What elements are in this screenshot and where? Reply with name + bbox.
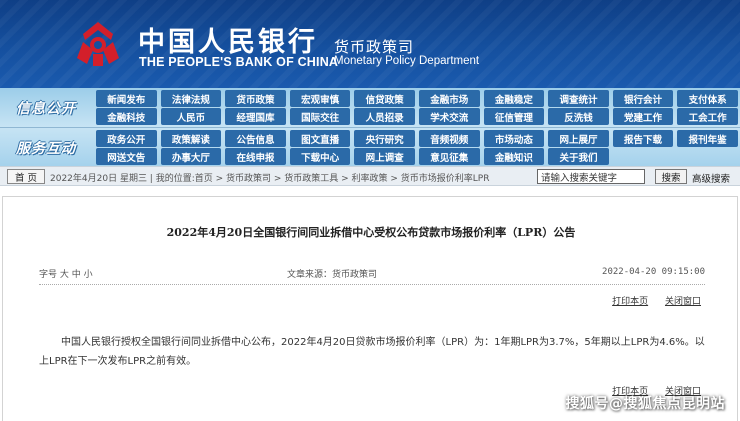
- bank-name-cn: 中国人民银行: [138, 27, 318, 58]
- bank-name-en: THE PEOPLE'S BANK OF CHINA: [139, 55, 339, 69]
- breadcrumb: 2022年4月20日 星期三 | 我的位置:首页 > 货币政策司 > 货币政策工…: [50, 174, 490, 184]
- site-header: 中国人民银行 THE PEOPLE'S BANK OF CHINA 货币政策司 …: [0, 0, 740, 88]
- nav-info-item[interactable]: 国际交往: [289, 108, 351, 125]
- nav-service-item[interactable]: 网上调查: [354, 148, 415, 165]
- article-date: 2022-04-20 09:15:00: [602, 267, 705, 277]
- nav-service-item[interactable]: 音频视频: [418, 130, 480, 147]
- home-button[interactable]: 首 页: [7, 169, 45, 184]
- nav-info-item[interactable]: 人员招录: [354, 108, 415, 125]
- nav-info-item[interactable]: 学术交流: [418, 108, 480, 125]
- nav-info-item[interactable]: 工会工作: [677, 108, 738, 125]
- article-source: 文章来源：货币政策司: [287, 270, 378, 280]
- search-button[interactable]: 搜索: [655, 169, 687, 184]
- nav-service-item[interactable]: 下载中心: [289, 148, 351, 165]
- nav-grid-info: 新闻发布 法律法规 货币政策 宏观审慎 信贷政策 金融市场 金融稳定 调查统计 银行会计 支付体系…: [94, 90, 740, 125]
- font-size-large[interactable]: 大: [60, 270, 69, 280]
- advanced-search-link[interactable]: 高级搜索: [692, 171, 730, 185]
- nav-service-item[interactable]: 意见征集: [418, 148, 480, 165]
- nav-group-title-info: 信息公开: [16, 100, 76, 117]
- nav-service-item: [613, 148, 674, 165]
- nav-info-item[interactable]: 反洗钱: [548, 108, 609, 125]
- nav-group-info: 信息公开 新闻发布 法律法规 货币政策 宏观审慎 信贷政策 金融市场 金融稳定 调查统计 银行会…: [0, 88, 740, 127]
- font-size-medium[interactable]: 中: [72, 270, 81, 280]
- nav-info-item[interactable]: 金融科技: [96, 108, 157, 125]
- nav-info-item[interactable]: 信贷政策: [354, 90, 415, 107]
- nav-service-item[interactable]: 政策解读: [160, 130, 222, 147]
- nav-service-item[interactable]: 关于我们: [548, 148, 609, 165]
- nav-service-item[interactable]: 图文直播: [289, 130, 351, 147]
- nav-service-item[interactable]: 报告下载: [612, 130, 674, 147]
- nav-info-item[interactable]: 党建工作: [612, 108, 674, 125]
- print-page-link[interactable]: 打印本页: [612, 297, 648, 307]
- nav-info-item[interactable]: 征信管理: [483, 108, 545, 125]
- nav-service-item[interactable]: 公告信息: [225, 130, 286, 147]
- nav-info-item[interactable]: 银行会计: [612, 90, 674, 107]
- article-body: 中国人民银行授权全国银行间同业拆借中心公布，2022年4月20日贷款市场报价利率…: [39, 337, 705, 367]
- font-size-label: 字号: [39, 270, 58, 280]
- nav-service-item[interactable]: 央行研究: [354, 130, 415, 147]
- nav-info-item[interactable]: 宏观审慎: [289, 90, 351, 107]
- nav-service-item[interactable]: 市场动态: [483, 130, 545, 147]
- nav-info-item[interactable]: 经理国库: [225, 108, 286, 125]
- nav-service-item[interactable]: 政务公开: [96, 130, 157, 147]
- nav-group-service: 服务互动 政务公开 政策解读 公告信息 图文直播 央行研究 音频视频 市场动态 网上展厅 报告下…: [0, 127, 740, 166]
- nav-service-item: [677, 148, 738, 165]
- nav-group-title-service: 服务互动: [16, 140, 76, 157]
- nav-info-item[interactable]: 金融市场: [418, 90, 480, 107]
- nav-grid-service: 政务公开 政策解读 公告信息 图文直播 央行研究 音频视频 市场动态 网上展厅 报告下载 报刊年鉴…: [94, 130, 740, 165]
- nav-info-item[interactable]: 货币政策: [225, 90, 286, 107]
- nav-service-item[interactable]: 在线申报: [225, 148, 286, 165]
- article-actions-top: 打印本页 关闭窗口: [598, 294, 701, 307]
- article-meta: 字号 大 中 小 文章来源：货币政策司 2022-04-20 09:15:00: [39, 267, 705, 281]
- nav-service-item[interactable]: 网送文告: [96, 148, 157, 165]
- breadcrumb-bar: 首 页 2022年4月20日 星期三 | 我的位置:首页 > 货币政策司 > 货…: [0, 166, 740, 186]
- main-navigation: 信息公开 新闻发布 法律法规 货币政策 宏观审慎 信贷政策 金融市场 金融稳定 调查统计 银行会…: [0, 88, 740, 166]
- nav-service-item[interactable]: 网上展厅: [548, 130, 609, 147]
- pboc-emblem-icon[interactable]: [73, 20, 123, 70]
- close-window-link[interactable]: 关闭窗口: [665, 297, 701, 307]
- font-size-small[interactable]: 小: [84, 270, 93, 280]
- nav-info-item[interactable]: 人民币: [160, 108, 222, 125]
- nav-service-item[interactable]: 办事大厅: [160, 148, 222, 165]
- nav-info-item[interactable]: 法律法规: [160, 90, 222, 107]
- meta-divider: [39, 284, 705, 285]
- nav-info-item[interactable]: 金融稳定: [483, 90, 545, 107]
- nav-info-item[interactable]: 新闻发布: [96, 90, 157, 107]
- nav-info-item[interactable]: 调查统计: [548, 90, 609, 107]
- nav-service-item[interactable]: 报刊年鉴: [677, 130, 738, 147]
- nav-service-item[interactable]: 金融知识: [483, 148, 545, 165]
- article-container: 2022年4月20日全国银行间同业拆借中心受权公布贷款市场报价利率（LPR）公告…: [2, 196, 738, 421]
- search-input[interactable]: [537, 169, 645, 184]
- font-size-control: 字号 大 中 小: [39, 267, 93, 280]
- nav-info-item[interactable]: 支付体系: [677, 90, 738, 107]
- article-title: 2022年4月20日全国银行间同业拆借中心受权公布贷款市场报价利率（LPR）公告: [166, 226, 576, 239]
- department-name-en: Monetary Policy Department: [334, 55, 480, 67]
- department-name-cn: 货币政策司: [334, 38, 415, 56]
- watermark: 搜狐号@搜狐焦点昆明站: [565, 396, 725, 412]
